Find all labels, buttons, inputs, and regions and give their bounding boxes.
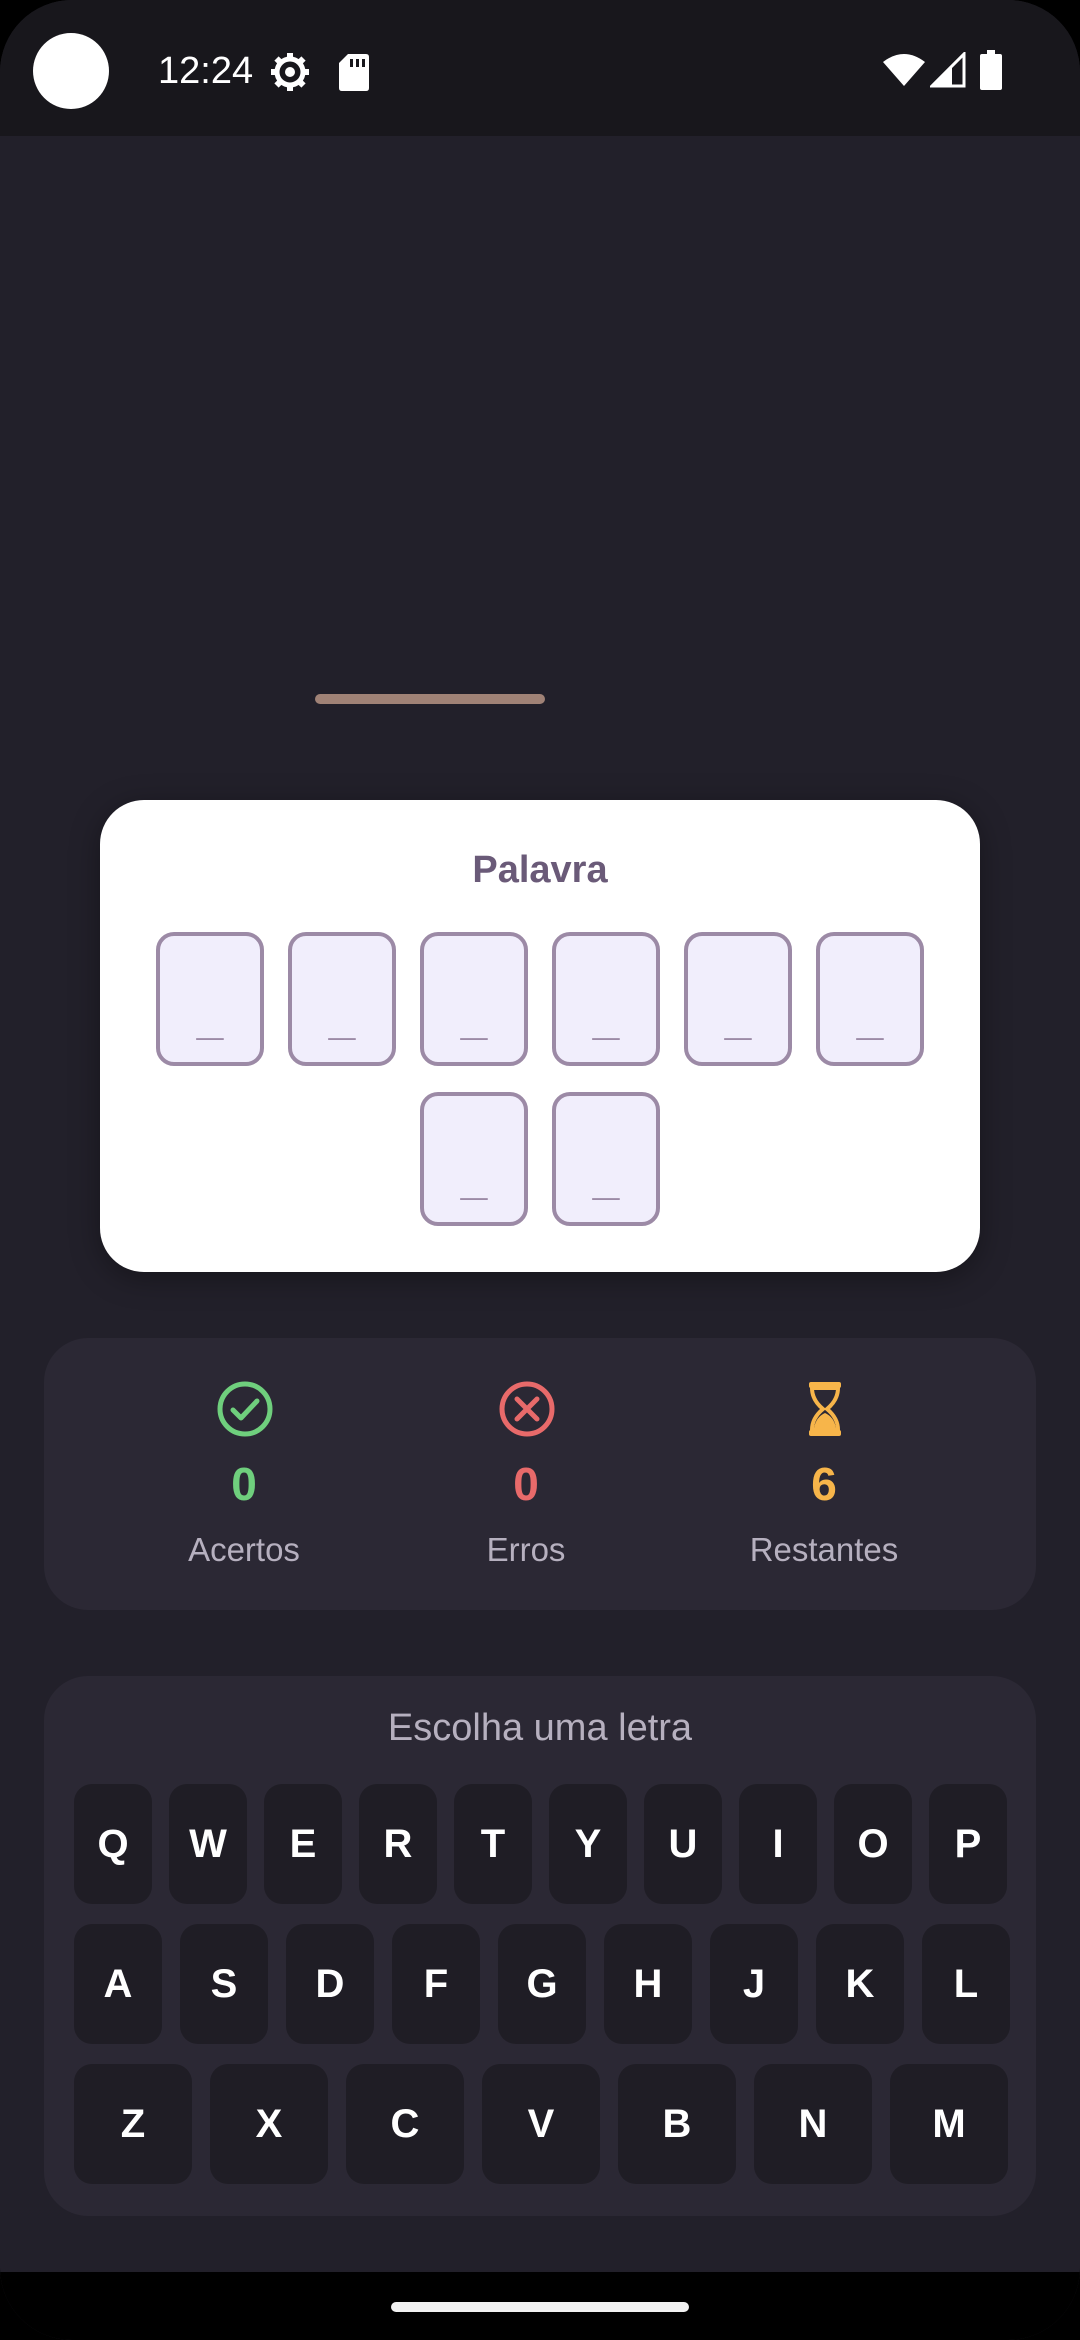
- key-y[interactable]: Y: [549, 1784, 627, 1904]
- stat-errors: 0 Erros: [406, 1338, 646, 1610]
- key-o[interactable]: O: [834, 1784, 912, 1904]
- key-p[interactable]: P: [929, 1784, 1007, 1904]
- key-k[interactable]: K: [816, 1924, 904, 2044]
- sdcard-icon: [339, 54, 369, 91]
- key-r[interactable]: R: [359, 1784, 437, 1904]
- stat-errors-label: Erros: [486, 1531, 566, 1568]
- key-i[interactable]: I: [739, 1784, 817, 1904]
- stats-panel: 0 Acertos 0 Erros 6 Restantes: [44, 1338, 1036, 1610]
- keyboard-panel: Escolha uma letra Q W E R T Y U I O P A …: [44, 1676, 1036, 2216]
- letter-slot: _: [420, 932, 528, 1066]
- key-h[interactable]: H: [604, 1924, 692, 2044]
- stat-remaining: 6 Restantes: [704, 1338, 944, 1610]
- letter-slot: _: [420, 1092, 528, 1226]
- word-title: Palavra: [472, 849, 608, 891]
- letter-slot: _: [288, 932, 396, 1066]
- letter-slot: _: [552, 1092, 660, 1226]
- x-circle-icon: [499, 1381, 555, 1437]
- key-e[interactable]: E: [264, 1784, 342, 1904]
- key-w[interactable]: W: [169, 1784, 247, 1904]
- letter-slot-char: _: [856, 992, 884, 1045]
- key-j[interactable]: J: [710, 1924, 798, 2044]
- letter-slot: _: [552, 932, 660, 1066]
- letter-slot: _: [816, 932, 924, 1066]
- key-x[interactable]: X: [210, 2064, 328, 2184]
- key-d[interactable]: D: [286, 1924, 374, 2044]
- key-q[interactable]: Q: [74, 1784, 152, 1904]
- word-card: Palavra _ _ _ _ _ _ _ _: [100, 800, 980, 1272]
- letter-slot-char: _: [592, 992, 620, 1045]
- key-t[interactable]: T: [454, 1784, 532, 1904]
- gallows-base: [315, 694, 545, 704]
- letter-slot-char: _: [724, 992, 752, 1045]
- key-u[interactable]: U: [644, 1784, 722, 1904]
- stat-remaining-value: 6: [811, 1458, 837, 1510]
- battery-icon: [980, 50, 1002, 90]
- letter-slot: _: [156, 932, 264, 1066]
- key-z[interactable]: Z: [74, 2064, 192, 2184]
- letter-slot-char: _: [196, 992, 224, 1045]
- letter-slot-char: _: [460, 992, 488, 1045]
- stat-hits-value: 0: [231, 1458, 257, 1510]
- key-c[interactable]: C: [346, 2064, 464, 2184]
- key-m[interactable]: M: [890, 2064, 1008, 2184]
- letter-slot: _: [684, 932, 792, 1066]
- stat-hits: 0 Acertos: [124, 1338, 364, 1610]
- letter-slot-char: _: [460, 1152, 488, 1205]
- wifi-icon: [883, 54, 925, 86]
- key-f[interactable]: F: [392, 1924, 480, 2044]
- key-a[interactable]: A: [74, 1924, 162, 2044]
- hourglass-icon: [809, 1382, 841, 1436]
- check-circle-icon: [217, 1381, 273, 1437]
- key-s[interactable]: S: [180, 1924, 268, 2044]
- status-bar: 12:24: [0, 0, 1080, 136]
- status-time: 12:24: [158, 50, 254, 92]
- signal-icon: [930, 52, 966, 88]
- key-b[interactable]: B: [618, 2064, 736, 2184]
- keyboard-prompt: Escolha uma letra: [387, 1707, 693, 1749]
- stat-remaining-label: Restantes: [749, 1531, 899, 1568]
- key-l[interactable]: L: [922, 1924, 1010, 2044]
- phone-screen: 12:24 Palavra _ _ _ _ _ _ _ _ 0 Acertos …: [0, 0, 1080, 2340]
- home-indicator[interactable]: [391, 2302, 689, 2312]
- stat-hits-label: Acertos: [188, 1531, 300, 1568]
- letter-slot-char: _: [592, 1152, 620, 1205]
- stat-errors-value: 0: [513, 1458, 539, 1510]
- letter-slot-char: _: [328, 992, 356, 1045]
- key-n[interactable]: N: [754, 2064, 872, 2184]
- camera-cutout: [33, 33, 109, 109]
- settings-icon: [271, 53, 309, 91]
- key-g[interactable]: G: [498, 1924, 586, 2044]
- key-v[interactable]: V: [482, 2064, 600, 2184]
